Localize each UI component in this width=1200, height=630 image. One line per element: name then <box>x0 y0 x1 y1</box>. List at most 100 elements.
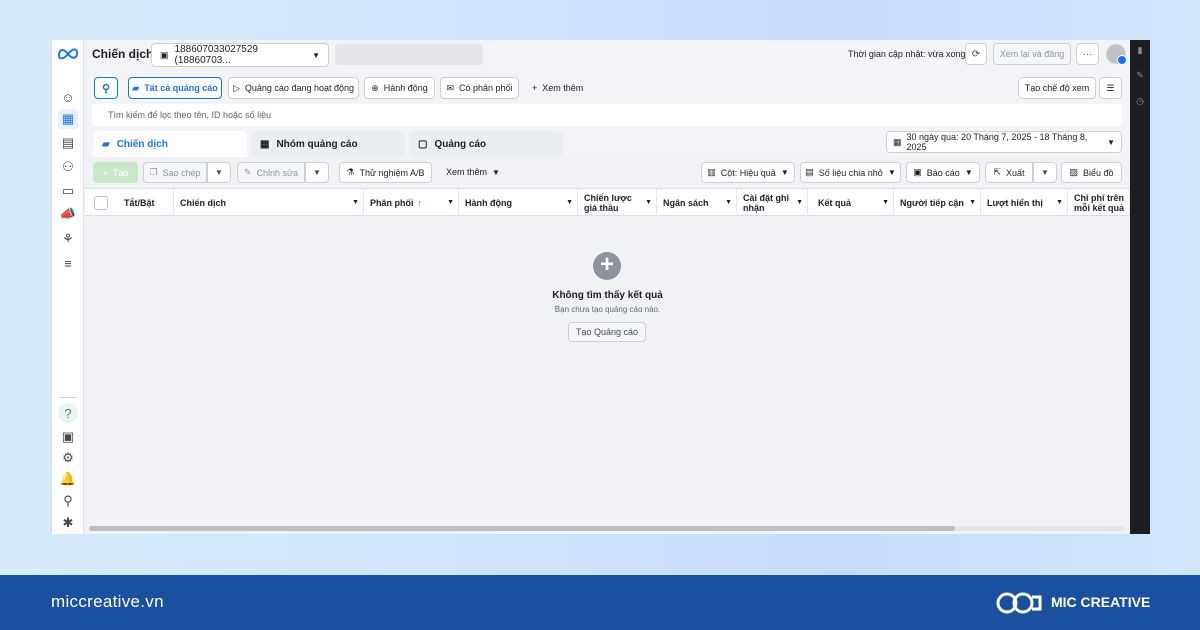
filter-actions[interactable]: ⊕ Hành động <box>364 77 435 99</box>
add-circle-icon: + <box>593 252 621 280</box>
chevron-down-icon: ▼ <box>645 199 652 206</box>
settings-gear-icon[interactable]: ⚙ <box>58 448 78 468</box>
advertising-icon[interactable]: 📣 <box>58 204 78 224</box>
edit-button[interactable]: ✎ Chỉnh sửa <box>237 162 305 183</box>
col-impressions[interactable]: Lượt hiển thị ▼ <box>981 189 1068 217</box>
select-all-checkbox[interactable] <box>94 196 108 210</box>
table-header: Tắt/Bật Chiến dịch ▼ Phân phối ↑ ▼ Hành độn… <box>85 188 1130 217</box>
redacted-field <box>335 44 483 65</box>
col-delivery-label: Phân phối <box>370 198 414 208</box>
search-toggle-button[interactable]: ⚲ <box>94 77 118 99</box>
notifications-bell-icon[interactable]: 🔔 <box>58 469 78 489</box>
main-content: Chiến dịch ▣ 188607033027529 (18860703..… <box>85 40 1130 534</box>
tab-campaigns-label: Chiến dịch <box>116 138 168 150</box>
ad-account-label: 188607033027529 (18860703... <box>174 44 258 66</box>
breakdown-button[interactable]: ▤ Số liệu chia nhỏ ▼ <box>800 162 901 183</box>
create-button[interactable]: + Tạo <box>93 162 138 183</box>
chevron-down-icon: ▼ <box>215 168 223 177</box>
toolbar-see-more[interactable]: Xem thêm ▼ <box>446 167 500 177</box>
col-delivery[interactable]: Phân phối ↑ ▼ <box>364 189 459 217</box>
ab-test-button[interactable]: ⚗ Thử nghiệm A/B <box>339 162 432 183</box>
search-input[interactable]: Tìm kiếm để lọc theo tên, ID hoặc số liệ… <box>92 104 1122 126</box>
ad-account-icon: ▣ <box>160 49 169 60</box>
history-clock-icon[interactable]: ◷ <box>1135 96 1145 106</box>
chevron-down-icon: ▼ <box>887 168 896 177</box>
help-icon[interactable]: ? <box>58 403 78 423</box>
pages-icon[interactable]: ▤ <box>58 133 78 153</box>
col-bid-strategy-label: Chiến lược giá thầu <box>584 193 632 213</box>
col-actions[interactable]: Hành động ▼ <box>459 189 578 217</box>
news-icon[interactable]: ▣ <box>58 427 78 447</box>
chevron-down-icon: ▼ <box>796 199 803 206</box>
top-bar: Chiến dịch ▣ 188607033027529 (18860703..… <box>85 40 1130 70</box>
charts-button[interactable]: ▨ Biểu đồ <box>1061 162 1122 183</box>
review-publish-button[interactable]: Xem lại và đăng <box>993 43 1071 65</box>
empty-title: Không tìm thấy kết quả <box>552 290 663 301</box>
col-attribution[interactable]: Cài đặt ghi nhận ▼ <box>737 189 808 217</box>
ad-account-selector[interactable]: ▣ 188607033027529 (18860703... ▼ <box>151 43 329 67</box>
col-budget[interactable]: Ngân sách ▼ <box>657 189 737 217</box>
billing-icon[interactable]: ▭ <box>58 181 78 201</box>
col-cost-per-result[interactable]: Chi phí trên mỗi kết quả <box>1068 189 1130 217</box>
account-overview-icon[interactable]: ☺ <box>58 87 78 107</box>
col-bid-strategy[interactable]: Chiến lược giá thầu ▼ <box>578 189 657 217</box>
sliders-icon: ☰ <box>1106 82 1115 93</box>
col-reach[interactable]: Người tiếp cận ▼ <box>894 189 981 217</box>
tab-campaigns[interactable]: ▰ Chiến dịch <box>93 131 247 157</box>
export-button[interactable]: ⇱ Xuất <box>985 162 1033 183</box>
filter-delivery-label: Có phân phối <box>459 83 513 93</box>
ab-test-label: Thử nghiệm A/B <box>359 167 425 178</box>
reports-button[interactable]: ▣ Báo cáo ▼ <box>906 162 980 183</box>
create-view-button[interactable]: Tạo chế độ xem <box>1018 77 1096 99</box>
meta-logo-icon <box>57 48 79 60</box>
date-range-picker[interactable]: ▦ 30 ngày qua: 20 Tháng 7, 2025 - 18 Thá… <box>886 131 1122 153</box>
col-campaign[interactable]: Chiến dịch ▼ <box>174 189 364 217</box>
events-manager-icon[interactable]: ⚘ <box>58 229 78 249</box>
duplicate-button[interactable]: ❐ Sao chép <box>143 162 207 183</box>
filter-delivery[interactable]: ✉ Có phân phối <box>440 77 519 99</box>
date-range-label: 30 ngày qua: 20 Tháng 7, 2025 - 18 Tháng… <box>906 132 1088 152</box>
chevron-down-icon: ▼ <box>352 199 359 206</box>
filter-active-ads-label: Quảng cáo đang hoạt động <box>244 83 355 93</box>
avatar[interactable] <box>1106 44 1127 65</box>
bar-chart-icon[interactable]: ▮ <box>1135 45 1145 55</box>
col-toggle-label: Tắt/Bật <box>124 198 155 208</box>
col-attribution-label: Cài đặt ghi nhận <box>743 193 790 213</box>
export-dropdown[interactable]: ▼ <box>1033 162 1057 183</box>
edit-dropdown[interactable]: ▼ <box>305 162 329 183</box>
tab-ad-sets[interactable]: ▦ Nhóm quảng cáo <box>251 131 405 157</box>
col-toggle[interactable]: Tắt/Bật <box>118 189 174 217</box>
menu-icon[interactable]: ≡ <box>58 253 78 273</box>
refresh-icon: ⟳ <box>971 48 981 60</box>
search-icon[interactable]: ⚲ <box>58 491 78 511</box>
tab-ads[interactable]: ▢ Quảng cáo <box>409 131 563 157</box>
duplicate-dropdown[interactable]: ▼ <box>207 162 231 183</box>
campaigns-table-icon[interactable]: ▦ <box>58 109 78 129</box>
mail-icon: ✉ <box>446 82 454 93</box>
chevron-down-icon: ▼ <box>1107 137 1115 147</box>
pencil-icon[interactable]: ✎ <box>1135 70 1145 80</box>
chevron-down-icon: ▼ <box>566 199 573 206</box>
col-results[interactable]: Kết quả ▼ <box>808 189 894 217</box>
audiences-icon[interactable]: ⚇ <box>58 157 78 177</box>
columns-button[interactable]: ▥ Cột: Hiệu quả ▼ <box>701 162 795 183</box>
horizontal-scrollbar[interactable] <box>89 526 1125 531</box>
filter-see-more[interactable]: + Xem thêm <box>532 83 583 93</box>
breakdown-icon: ▤ <box>805 167 814 177</box>
footer-site-link[interactable]: miccreative.vn <box>51 592 164 612</box>
chart-icon: ▨ <box>1069 167 1078 177</box>
refresh-button[interactable]: ⟳ <box>965 43 987 65</box>
sort-ascending-icon: ↑ <box>417 198 423 208</box>
columns-icon: ▥ <box>707 167 716 177</box>
chevron-down-icon: ▼ <box>1056 199 1063 206</box>
filter-active-ads[interactable]: ▷ Quảng cáo đang hoạt động <box>228 77 359 99</box>
bug-report-icon[interactable]: ✱ <box>58 513 78 533</box>
grid-icon: ▦ <box>260 138 270 150</box>
col-budget-label: Ngân sách <box>663 198 709 208</box>
view-settings-button[interactable]: ☰ <box>1099 77 1122 99</box>
more-options-button[interactable]: ··· <box>1076 43 1099 65</box>
create-ad-button[interactable]: Tạo Quảng cáo <box>568 322 646 342</box>
ellipsis-icon: ··· <box>1082 48 1093 60</box>
filter-all-ads[interactable]: ▰ Tất cả quảng cáo <box>128 77 222 99</box>
scrollbar-thumb[interactable] <box>89 526 955 531</box>
